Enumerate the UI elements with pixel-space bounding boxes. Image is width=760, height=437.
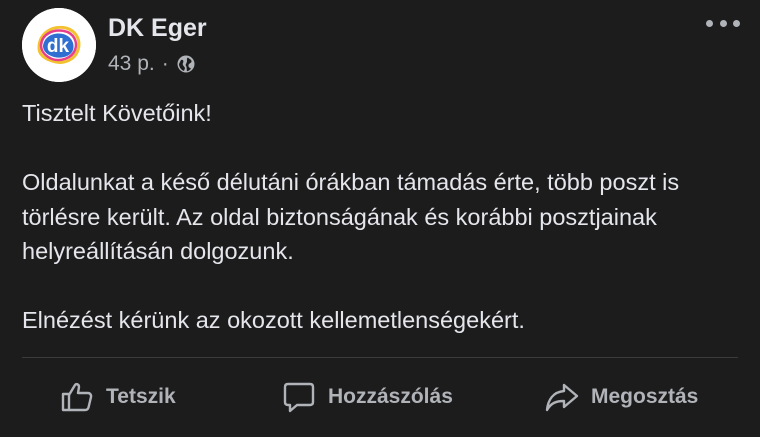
facebook-post: dk DK Eger 43 p. · Tisztelt Követőink! O… (0, 0, 760, 437)
like-button[interactable]: Tetszik (60, 370, 176, 424)
share-label: Megosztás (591, 385, 699, 408)
like-label: Tetszik (106, 385, 176, 408)
post-body: Tisztelt Követőink! Oldalunkat a késő dé… (22, 96, 742, 338)
avatar[interactable]: dk (22, 8, 96, 82)
page-name[interactable]: DK Eger (108, 14, 207, 43)
comment-button[interactable]: Hozzászólás (282, 370, 453, 424)
post-meta: 43 p. · (108, 52, 196, 76)
divider (22, 357, 738, 358)
post-greeting: Tisztelt Követőink! (22, 100, 212, 126)
post-paragraph: Elnézést kérünk az okozott kellemetlensé… (22, 307, 525, 333)
more-dots-icon (706, 19, 713, 27)
more-dots-icon (719, 19, 727, 27)
post-actions: Tetszik Hozzászólás Megosztás (0, 370, 760, 424)
meta-separator: · (161, 52, 169, 75)
thumbs-up-icon (61, 382, 93, 412)
comment-bubble-icon (283, 382, 315, 413)
more-options-button[interactable] (706, 14, 740, 32)
globe-icon[interactable] (176, 54, 196, 74)
dk-logo: dk (22, 8, 96, 82)
more-dots-icon (733, 19, 740, 27)
svg-text:dk: dk (47, 36, 70, 57)
post-paragraph: Oldalunkat a késő délutáni órákban támad… (22, 169, 680, 264)
comment-label: Hozzászólás (328, 385, 453, 408)
share-button[interactable]: Megosztás (545, 370, 698, 424)
share-arrow-icon (545, 383, 579, 412)
post-time[interactable]: 43 p. (108, 52, 155, 76)
